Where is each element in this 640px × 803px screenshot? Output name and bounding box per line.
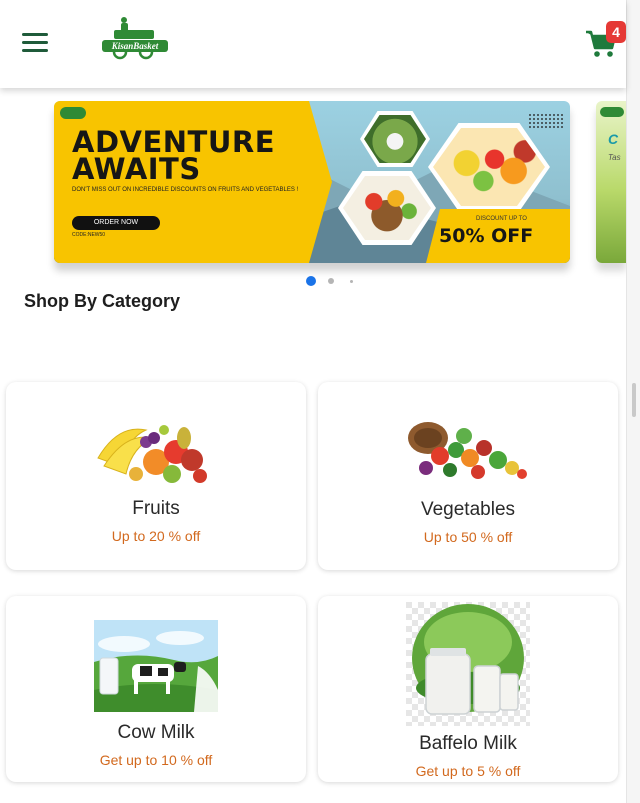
app-page: KisanBasket 4 ADVENTURE AWAITS DON'T MIS…: [0, 0, 640, 803]
category-offer: Up to 20 % off: [111, 528, 201, 544]
scrollbar-thumb[interactable]: [632, 383, 636, 417]
section-title: Shop By Category: [24, 291, 181, 311]
buffalo-milk-image: [406, 602, 530, 726]
logo-text: KisanBasket: [102, 40, 168, 52]
cow-milk-image: [94, 620, 218, 712]
hamburger-menu-icon[interactable]: [22, 33, 48, 53]
next-promo-banner[interactable]: C Tas: [596, 101, 626, 263]
banner-dots-pattern: [528, 113, 564, 129]
discount-value: 50% OFF: [439, 225, 534, 247]
banner-logo-icon: [60, 107, 86, 119]
category-offer: Get up to 10 % off: [99, 752, 213, 768]
next-banner-logo-icon: [600, 107, 624, 117]
category-offer: Up to 50 % off: [423, 529, 513, 545]
category-card-cow-milk[interactable]: Cow Milk Get up to 10 % off: [6, 596, 306, 782]
carousel-dot-2[interactable]: [328, 278, 334, 284]
category-name: Vegetables: [420, 499, 516, 520]
banner-subtitle: DON'T MISS OUT ON INCREDIBLE DISCOUNTS O…: [72, 187, 299, 193]
category-name: Fruits: [132, 498, 180, 519]
kisanbasket-logo[interactable]: KisanBasket: [102, 14, 168, 62]
category-name: Cow Milk: [117, 722, 195, 743]
category-card-buffalo-milk[interactable]: Baffelo Milk Get up to 5 % off: [318, 596, 618, 782]
promo-code: CODE:NEW50: [72, 232, 106, 238]
cart-count-badge: 4: [606, 21, 626, 43]
vegetables-image: [408, 422, 527, 479]
promo-banner[interactable]: ADVENTURE AWAITS DON'T MISS OUT ON INCRE…: [54, 101, 570, 263]
carousel-dot-3[interactable]: [350, 279, 353, 283]
carousel-dot-1[interactable]: [306, 276, 316, 286]
order-now-button[interactable]: ORDER NOW: [72, 216, 160, 230]
category-name: Baffelo Milk: [419, 733, 517, 754]
top-header: KisanBasket 4: [0, 0, 626, 88]
tractor-logo-icon: [112, 17, 154, 60]
category-card-fruits[interactable]: Fruits Up to 20 % off: [6, 382, 306, 570]
next-banner-letter: C: [608, 131, 619, 147]
fruits-image: [97, 425, 207, 483]
banner-title-line2: AWAITS: [72, 152, 201, 186]
category-offer: Get up to 5 % off: [415, 763, 521, 779]
discount-label: DISCOUNT UP TO: [476, 216, 527, 222]
next-banner-text: Tas: [608, 153, 621, 162]
category-card-vegetables[interactable]: Vegetables Up to 50 % off: [318, 382, 618, 570]
banner-title: ADVENTURE AWAITS: [72, 128, 275, 186]
